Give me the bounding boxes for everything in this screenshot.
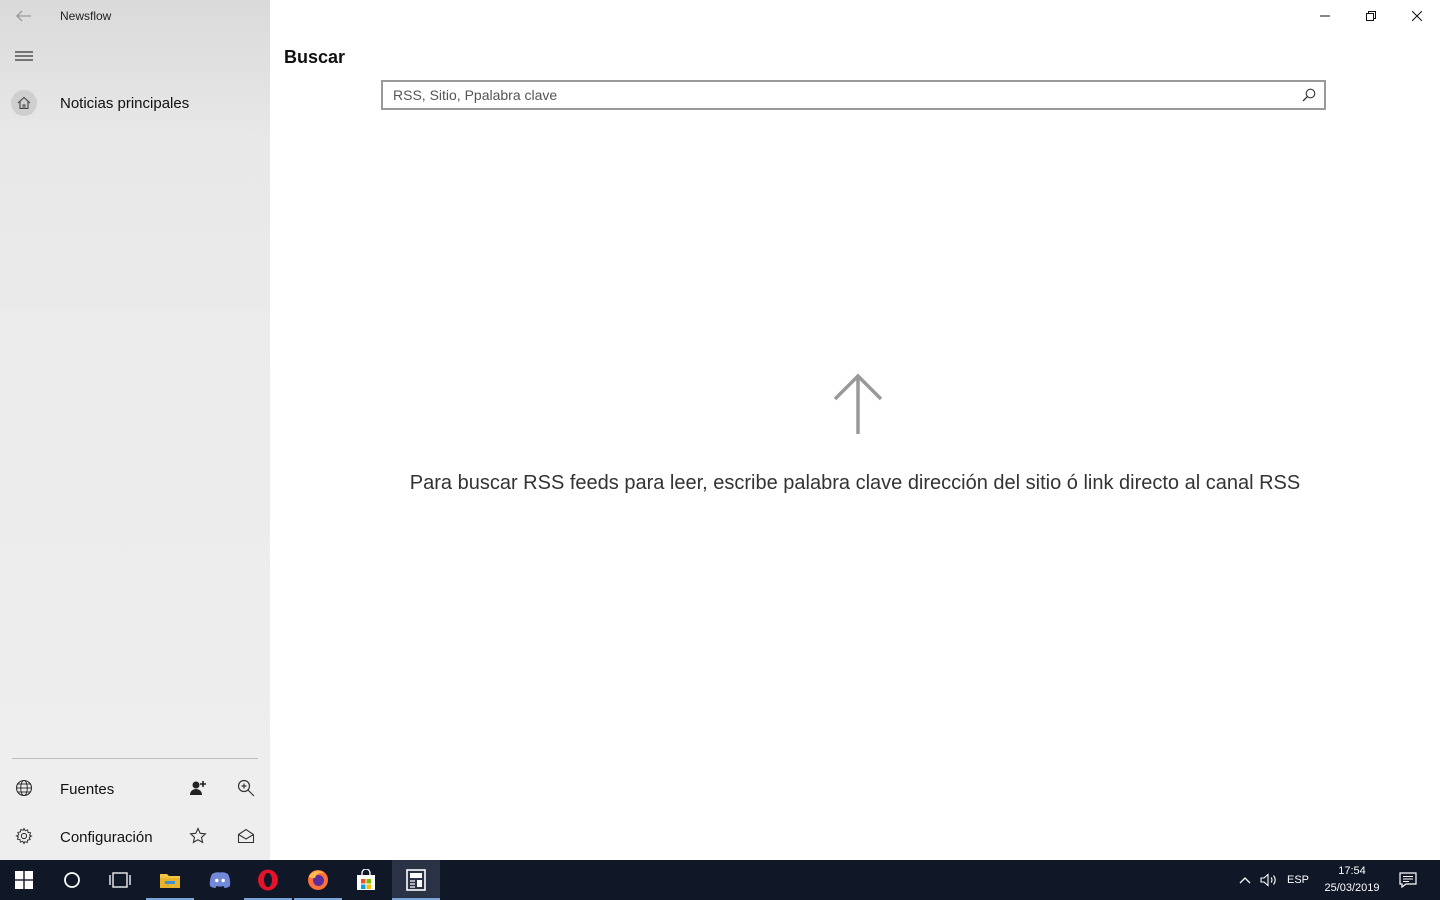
search-box [381, 80, 1326, 110]
nav-item-home[interactable]: Noticias principales [0, 86, 270, 122]
discord-icon [209, 872, 231, 888]
arrow-up-icon [833, 373, 883, 434]
show-hidden-icons-button[interactable] [1234, 860, 1256, 900]
language-label: ESP [1286, 874, 1309, 886]
clock[interactable]: 17:54 25/03/2019 [1316, 863, 1388, 897]
newsflow-icon [406, 869, 426, 891]
file-explorer-icon [160, 874, 180, 888]
restore-icon [1366, 11, 1376, 21]
close-button[interactable] [1394, 0, 1440, 32]
back-arrow-icon [16, 10, 31, 22]
globe-icon [14, 778, 34, 798]
task-view-button[interactable] [96, 860, 144, 900]
taskbar-firefox[interactable] [294, 860, 342, 900]
nav-item-label: Configuración [60, 829, 153, 846]
cortana-button[interactable] [48, 860, 96, 900]
opera-icon [258, 869, 278, 891]
nav-item-fuentes[interactable]: Fuentes [0, 770, 270, 806]
close-icon [1412, 11, 1422, 21]
gear-icon [14, 826, 34, 846]
chevron-up-icon [1239, 877, 1251, 884]
restore-button[interactable] [1348, 0, 1394, 32]
search-button[interactable] [1300, 86, 1318, 104]
volume-icon [1260, 873, 1276, 887]
favorites-button[interactable] [188, 826, 208, 846]
nav-item-label: Noticias principales [60, 95, 190, 112]
taskbar-store[interactable] [342, 860, 390, 900]
clock-date: 25/03/2019 [1324, 882, 1380, 894]
main-content: Buscar Para buscar RSS feeds para leer, … [270, 0, 1440, 860]
firefox-icon [308, 870, 328, 890]
page-title: Buscar [284, 47, 346, 67]
language-indicator[interactable]: ESP [1284, 860, 1312, 900]
read-items-button[interactable] [236, 826, 256, 846]
search-input[interactable] [383, 82, 1303, 108]
sidebar: Newsflow Noticias principales Fuentes Co… [0, 0, 270, 860]
home-icon [11, 90, 37, 116]
nav-item-configuracion[interactable]: Configuración [0, 818, 270, 854]
task-view-icon [109, 872, 131, 888]
start-icon [15, 871, 33, 889]
window-controls [1302, 0, 1440, 32]
app-title: Newsflow [60, 9, 112, 23]
empty-state-hint: Para buscar RSS feeds para leer, escribe… [409, 472, 1301, 494]
menu-button[interactable] [12, 44, 36, 68]
volume-button[interactable] [1258, 860, 1280, 900]
store-icon [357, 869, 375, 890]
hamburger-icon [15, 51, 33, 61]
taskbar-file-explorer[interactable] [146, 860, 194, 900]
clock-time: 17:54 [1338, 865, 1366, 877]
start-button[interactable] [0, 860, 48, 900]
minimize-button[interactable] [1302, 0, 1348, 32]
notification-icon [1399, 872, 1417, 888]
divider [12, 758, 258, 759]
cortana-icon [64, 872, 80, 888]
add-source-button[interactable] [188, 778, 208, 798]
action-center-button[interactable] [1394, 860, 1422, 900]
taskbar-discord[interactable] [196, 860, 244, 900]
search-sources-button[interactable] [236, 778, 256, 798]
search-icon [1302, 88, 1316, 102]
taskbar-newsflow[interactable] [392, 860, 440, 900]
back-button[interactable] [12, 6, 36, 26]
minimize-icon [1320, 15, 1330, 17]
person-add-icon [190, 781, 206, 795]
star-icon [189, 827, 207, 844]
taskbar-opera[interactable] [244, 860, 292, 900]
mail-open-icon [237, 828, 255, 844]
nav-item-label: Fuentes [60, 781, 115, 798]
zoom-in-icon [237, 779, 255, 797]
title-bar: Newsflow [0, 0, 270, 32]
taskbar: ESP 17:54 25/03/2019 [0, 860, 1440, 900]
